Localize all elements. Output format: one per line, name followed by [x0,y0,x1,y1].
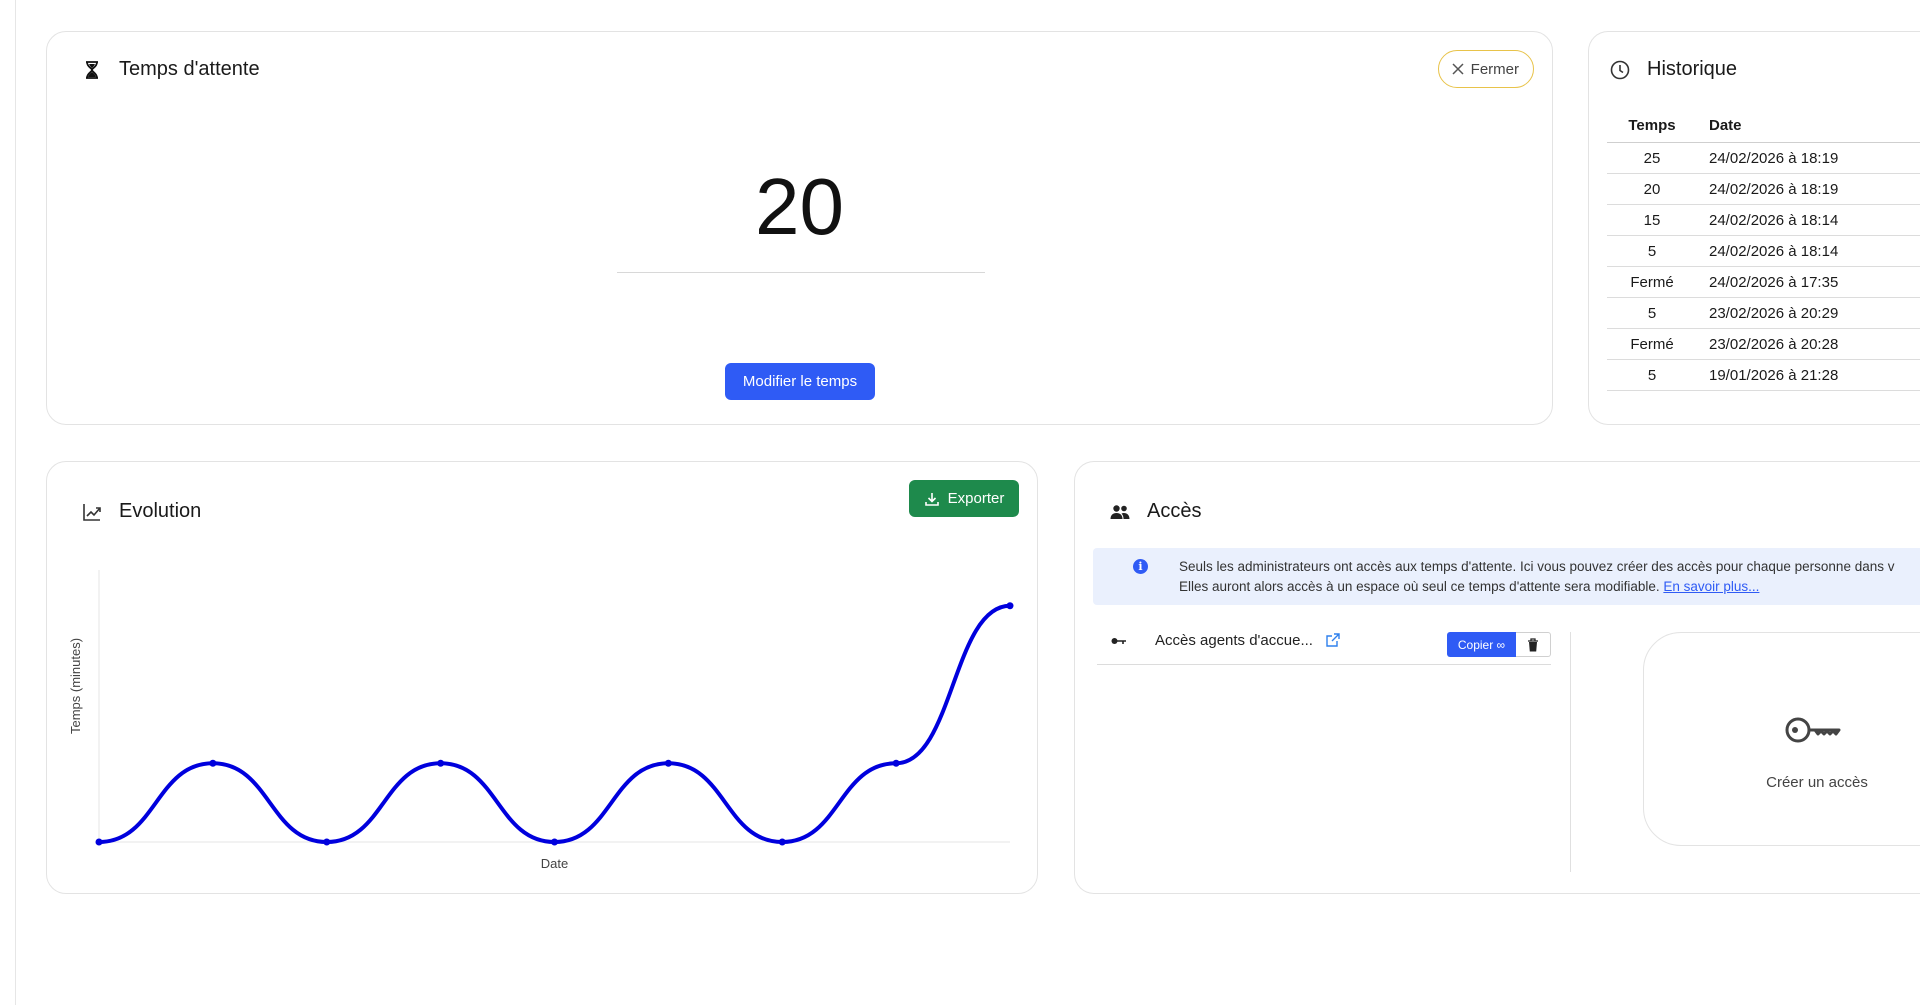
history-title-text: Historique [1647,58,1738,80]
data-point [209,759,217,767]
data-point [437,759,445,767]
close-button-label: Fermer [1470,60,1519,78]
current-wait-value: 20 [755,162,844,251]
info-alert: i Seuls les administrateurs ont accès au… [1093,548,1920,605]
copy-link-button[interactable]: Copier ∞ [1447,632,1516,657]
history-date-cell: 24/02/2026 à 18:19 [1697,173,1920,205]
modify-time-button[interactable]: Modifier le temps [725,363,875,400]
history-row: Fermé 24/02/2026 à 17:35 [1607,266,1920,298]
info-line-2: Elles auront alors accès à un espace où … [1179,579,1660,594]
history-time-cell: 15 [1607,204,1697,236]
data-point [551,838,558,846]
clock-icon [1609,59,1631,81]
data-point [1006,602,1014,610]
data-point [664,759,672,767]
data-point [323,838,331,846]
data-point [95,838,103,846]
data-point [892,759,900,767]
history-col-date: Date [1697,109,1920,143]
history-row: Fermé 23/02/2026 à 20:28 [1607,328,1920,360]
value-underline [617,272,985,273]
key-small-icon [1111,638,1126,644]
history-row: 20 24/02/2026 à 18:19 [1607,173,1920,205]
users-icon [1109,501,1131,523]
history-date-cell: 19/01/2026 à 21:28 [1697,359,1920,391]
access-divider [1570,632,1571,872]
external-link-icon[interactable] [1325,632,1341,648]
series-line [98,603,1011,844]
access-title: Accès [1109,500,1201,523]
delete-button[interactable] [1516,632,1551,657]
history-row: 5 19/01/2026 à 21:28 [1607,359,1920,391]
create-access-card[interactable]: Créer un accès [1643,632,1920,846]
access-title-text: Accès [1147,500,1202,522]
access-card: Accès i Seuls les administrateurs ont ac… [1074,461,1920,894]
access-item-name[interactable]: Accès agents d'accue... [1155,632,1313,649]
history-time-cell: Fermé [1607,328,1697,360]
history-date-cell: 24/02/2026 à 18:19 [1697,142,1920,174]
history-col-time: Temps [1607,109,1697,143]
data-point [778,838,786,846]
wait-time-title-text: Temps d'attente [119,58,260,80]
key-icon [1785,717,1841,743]
info-icon: i [1133,559,1148,574]
info-text: Seuls les administrateurs ont accès aux … [1179,557,1894,597]
history-row: 5 23/02/2026 à 20:29 [1607,297,1920,329]
wait-time-title: Temps d'attente [81,58,260,81]
history-time-cell: 5 [1607,359,1697,391]
history-time-cell: 5 [1607,297,1697,329]
history-time-cell: Fermé [1607,266,1697,298]
wait-time-card: Temps d'attente Fermer 20 Modifier le te… [46,31,1553,425]
close-icon [1452,63,1464,75]
history-time-cell: 5 [1607,235,1697,267]
learn-more-link[interactable]: En savoir plus... [1663,579,1759,594]
history-time-cell: 25 [1607,142,1697,174]
history-date-cell: 24/02/2026 à 18:14 [1697,235,1920,267]
history-header-row: Temps Date [1607,109,1920,143]
evolution-chart: Date Temps (minutes) [68,570,1014,871]
history-row: 5 24/02/2026 à 18:14 [1607,235,1920,267]
history-card: Historique Temps Date 25 24/02/2026 à 18:… [1588,31,1920,425]
history-row: 25 24/02/2026 à 18:19 [1607,142,1920,174]
history-date-cell: 24/02/2026 à 17:35 [1697,266,1920,298]
y-axis-label: Temps (minutes) [68,638,83,734]
trash-icon [1528,637,1538,651]
history-title: Historique [1609,58,1737,81]
history-date-cell: 23/02/2026 à 20:29 [1697,297,1920,329]
history-table: Temps Date 25 24/02/2026 à 18:19 20 24/02/2… [1607,109,1920,391]
history-date-cell: 23/02/2026 à 20:28 [1697,328,1920,360]
info-line-1: Seuls les administrateurs ont accès aux … [1179,559,1895,574]
hourglass-icon [81,59,103,81]
access-list-item: Accès agents d'accue... Copier ∞ [1097,624,1551,665]
evolution-card: Evolution Exporter Date Temps (minutes) [46,461,1038,894]
close-button[interactable]: Fermer [1437,50,1534,88]
create-access-label: Créer un accès [1766,774,1868,791]
history-row: 15 24/02/2026 à 18:14 [1607,204,1920,236]
history-date-cell: 24/02/2026 à 18:14 [1697,204,1920,236]
x-axis-label: Date [541,856,568,871]
history-time-cell: 20 [1607,173,1697,205]
left-divider [15,0,16,1005]
